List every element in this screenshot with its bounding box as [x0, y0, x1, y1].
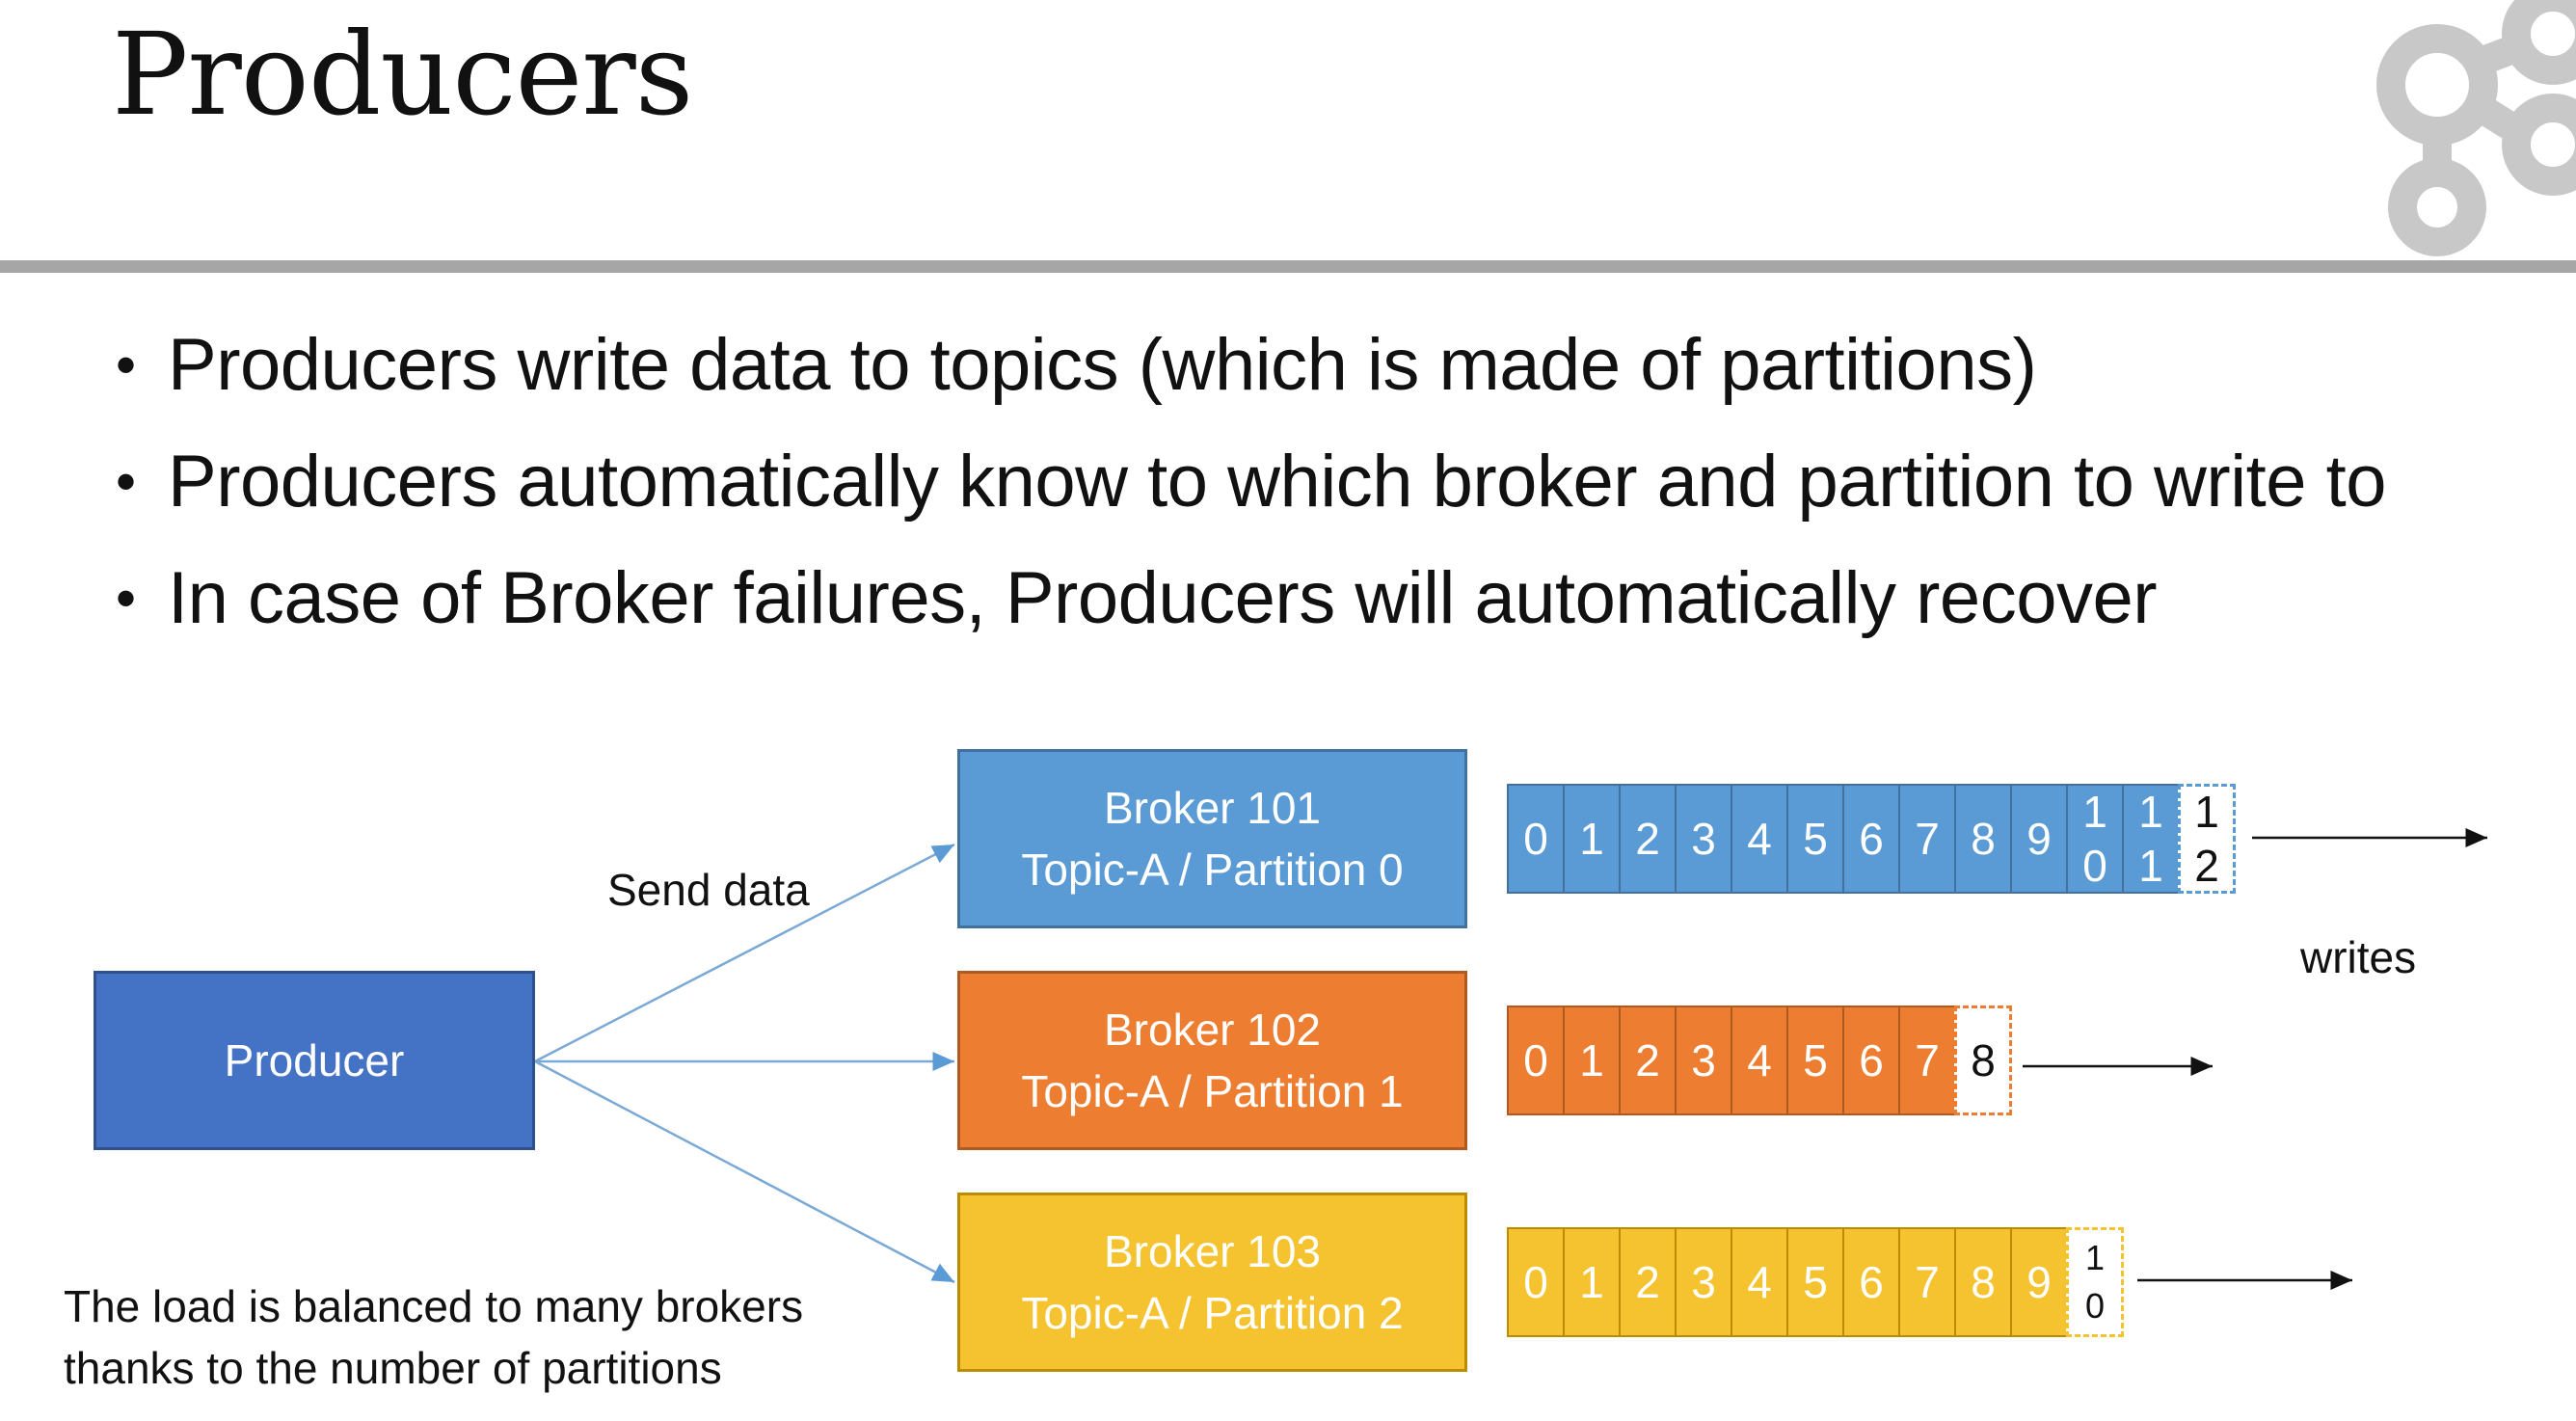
broker-topic: Topic-A / Partition 2 — [1021, 1288, 1404, 1338]
offset-cell: 9 — [2010, 1227, 2068, 1337]
offset-cell: 4 — [1731, 1227, 1788, 1337]
offset-cell: 7 — [1898, 1227, 1956, 1337]
offset-cell: 6 — [1842, 1227, 1900, 1337]
broker-topic: Topic-A / Partition 1 — [1021, 1066, 1404, 1116]
offset-cell: 9 — [2010, 784, 2068, 894]
offset-cell: 7 — [1898, 1005, 1956, 1115]
send-arrow-2 — [534, 1059, 955, 1284]
offset-cell: 8 — [1954, 1227, 2012, 1337]
offset-cell: 6 — [1842, 1005, 1900, 1115]
broker-topic: Topic-A / Partition 0 — [1021, 845, 1404, 895]
offset-cell: 10 — [2066, 784, 2124, 894]
offset-cell: 2 — [1619, 1005, 1677, 1115]
offset-cell: 5 — [1786, 784, 1844, 894]
offset-cell: 0 — [1507, 784, 1565, 894]
offset-cell: 2 — [1619, 784, 1677, 894]
offset-cell: 4 — [1731, 784, 1788, 894]
offset-cell: 1 — [1563, 1227, 1621, 1337]
offset-cell: 1 — [1563, 784, 1621, 894]
offset-cell: 5 — [1786, 1227, 1844, 1337]
offset-cell: 0 — [1507, 1227, 1565, 1337]
offset-cell: 1 — [1563, 1005, 1621, 1115]
producer-box: Producer — [94, 971, 535, 1150]
offset-cell: 0 — [1507, 1005, 1565, 1115]
offset-cell: 4 — [1731, 1005, 1788, 1115]
offset-cell: 8 — [1954, 784, 2012, 894]
offset-cell: 3 — [1675, 784, 1732, 894]
partition-2-log: 012345678910 — [1507, 1227, 2124, 1337]
offset-cell: 7 — [1898, 784, 1956, 894]
footnote-line: thanks to the number of partitions — [64, 1343, 722, 1393]
offset-cell: 3 — [1675, 1005, 1732, 1115]
footnote: The load is balanced to many brokers tha… — [64, 1275, 803, 1399]
broker-name: Broker 102 — [1103, 1005, 1321, 1055]
broker-102-box: Broker 102 Topic-A / Partition 1 — [957, 971, 1467, 1150]
send-data-label: Send data — [607, 865, 810, 915]
footnote-line: The load is balanced to many brokers — [64, 1281, 804, 1331]
broker-name: Broker 101 — [1103, 783, 1321, 833]
offset-cell: 3 — [1675, 1227, 1732, 1337]
next-offset-cell: 8 — [1954, 1005, 2012, 1115]
next-offset-cell: 10 — [2066, 1227, 2124, 1337]
broker-103-box: Broker 103 Topic-A / Partition 2 — [957, 1193, 1467, 1372]
writes-label: writes — [2300, 932, 2417, 982]
partition-0-log: 0123456789101112 — [1507, 784, 2236, 894]
offset-cell: 11 — [2122, 784, 2180, 894]
partition-1-log: 012345678 — [1507, 1005, 2012, 1115]
next-offset-cell: 12 — [2178, 784, 2236, 894]
producer-label: Producer — [224, 1035, 405, 1086]
offset-cell: 5 — [1786, 1005, 1844, 1115]
broker-101-box: Broker 101 Topic-A / Partition 0 — [957, 749, 1467, 928]
offset-cell: 6 — [1842, 784, 1900, 894]
broker-name: Broker 103 — [1103, 1226, 1321, 1276]
offset-cell: 2 — [1619, 1227, 1677, 1337]
